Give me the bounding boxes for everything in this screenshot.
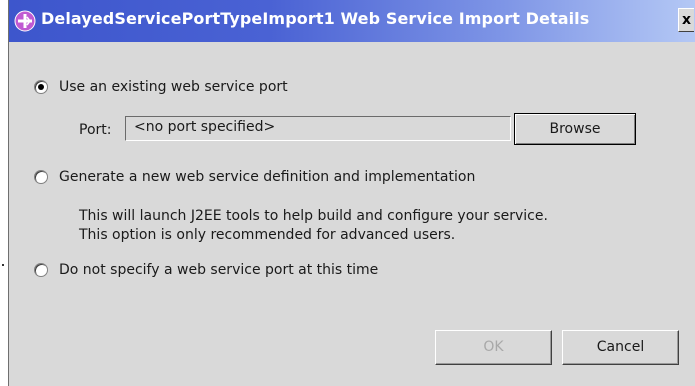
do-not-specify-label[interactable]: Do not specify a web service port at thi… [59, 261, 378, 279]
web-service-import-icon [14, 10, 36, 32]
generate-new-label[interactable]: Generate a new web service definition an… [59, 168, 475, 186]
description-line-2: This option is only recommended for adva… [79, 227, 456, 243]
window-title: DelayedServicePortTypeImport1 Web Servic… [41, 9, 590, 28]
cancel-button[interactable]: Cancel [562, 330, 679, 365]
title-bar[interactable]: DelayedServicePortTypeImport1 Web Servic… [9, 0, 695, 42]
close-icon: x [681, 12, 692, 28]
port-field[interactable]: <no port specified> [125, 116, 511, 141]
dialog-window: DelayedServicePortTypeImport1 Web Servic… [8, 0, 695, 386]
do-not-specify-radio[interactable] [34, 263, 48, 277]
port-label: Port: [79, 122, 112, 138]
browse-button[interactable]: Browse [514, 113, 636, 145]
radio-selected-dot [38, 84, 44, 90]
use-existing-port-radio[interactable] [34, 80, 48, 94]
use-existing-port-label[interactable]: Use an existing web service port [59, 78, 288, 96]
generate-new-radio[interactable] [34, 170, 48, 184]
close-button[interactable]: x [678, 8, 694, 32]
ok-button[interactable]: OK [435, 330, 552, 365]
description-line-1: This will launch J2EE tools to help buil… [79, 208, 548, 224]
stray-mark [2, 264, 4, 266]
